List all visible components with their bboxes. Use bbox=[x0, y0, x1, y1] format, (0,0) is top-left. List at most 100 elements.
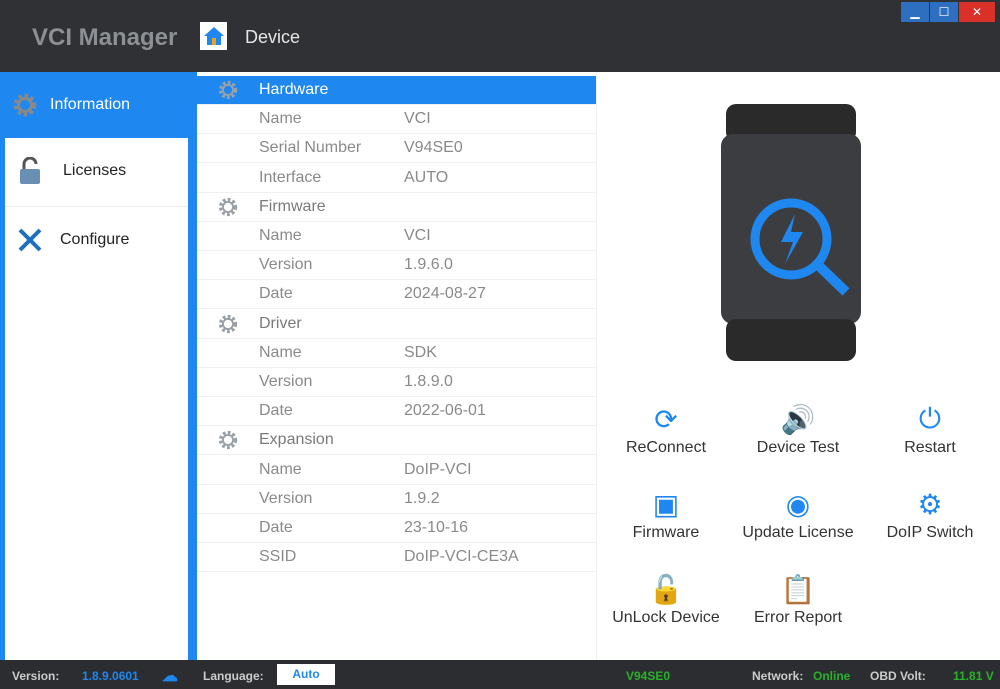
table-row: Version 1.8.9.0 bbox=[197, 368, 596, 397]
title-bar: VCI Manager Device ▁ ☐ ✕ bbox=[0, 0, 1000, 72]
unlock-device-button[interactable]: 🔓 UnLock Device bbox=[601, 569, 731, 627]
update-license-button[interactable]: ◉ Update License bbox=[733, 484, 863, 542]
sidebar-item-configure[interactable]: Configure bbox=[5, 206, 188, 272]
network-label: Network: bbox=[752, 669, 804, 683]
status-bar: Version: 1.8.9.0601 ☁ Language: Auto V94… bbox=[0, 660, 1000, 689]
unlock-device-icon: 🔓 bbox=[648, 573, 684, 605]
reconnect-icon: ⟳ bbox=[654, 403, 678, 435]
restart-icon: ⏻ bbox=[918, 402, 942, 434]
version-label: Version: bbox=[12, 669, 60, 683]
sidebar-item-label: Licenses bbox=[63, 162, 127, 179]
doip-switch-button[interactable]: ⚙ DoIP Switch bbox=[865, 484, 995, 542]
table-row: Version 1.9.2 bbox=[197, 485, 596, 514]
table-row: Name DoIP-VCI bbox=[197, 456, 596, 485]
action-label: Restart bbox=[904, 439, 956, 456]
section-title: Driver bbox=[259, 314, 302, 332]
row-key: Name bbox=[259, 343, 302, 361]
gear-icon bbox=[197, 429, 259, 451]
row-value: V94SE0 bbox=[404, 139, 463, 157]
row-key: Name bbox=[259, 227, 302, 244]
action-label: ReConnect bbox=[625, 439, 707, 456]
sidebar-item-licenses[interactable]: Licenses bbox=[5, 138, 188, 204]
section-header: Hardware bbox=[197, 76, 596, 105]
app-title: VCI Manager bbox=[32, 24, 178, 51]
error-report-button[interactable]: 📋 Error Report bbox=[733, 569, 863, 627]
firmware-button[interactable]: ▣ Firmware bbox=[601, 484, 731, 542]
language-select[interactable]: Auto bbox=[277, 664, 335, 685]
network-status: Online bbox=[813, 669, 851, 683]
row-value: DoIP-VCI-CE3A bbox=[404, 548, 519, 566]
row-key: Interface bbox=[259, 168, 322, 186]
row-value: 1.8.9.0 bbox=[404, 373, 453, 390]
row-key: SSID bbox=[259, 548, 297, 566]
section-title: Hardware bbox=[259, 81, 329, 98]
section-header: Driver bbox=[197, 310, 596, 339]
sidebar-item-label: Information bbox=[50, 96, 131, 113]
sidebar: Information Licenses Configure bbox=[0, 72, 197, 660]
obd-volt-value: 11.81 V bbox=[953, 669, 994, 683]
row-value: VCI bbox=[404, 227, 431, 244]
table-row: Name SDK bbox=[197, 339, 596, 368]
row-key: Version bbox=[259, 489, 313, 507]
version-value: 1.8.9.0601 bbox=[82, 669, 139, 683]
table-row: Date 2022-06-01 bbox=[197, 397, 596, 427]
error-report-icon: 📋 bbox=[780, 573, 816, 605]
table-row: Name VCI bbox=[197, 222, 596, 251]
action-label: Error Report bbox=[753, 609, 843, 626]
row-value: 2024-08-27 bbox=[404, 285, 486, 303]
table-row: Date 23-10-16 bbox=[197, 514, 596, 543]
gear-icon bbox=[197, 313, 259, 335]
row-value: 2022-06-01 bbox=[404, 402, 486, 420]
minimize-button[interactable]: ▁ bbox=[901, 2, 929, 22]
section-title: Firmware bbox=[259, 197, 326, 215]
table-row: Version 1.9.6.0 bbox=[197, 251, 596, 281]
section-header: Expansion bbox=[197, 426, 596, 456]
row-key: Serial Number bbox=[259, 139, 362, 157]
row-value: SDK bbox=[404, 343, 437, 361]
page-title: Device bbox=[245, 27, 301, 47]
gear-icon bbox=[0, 92, 50, 118]
table-row: Date 2024-08-27 bbox=[197, 280, 596, 310]
home-icon[interactable] bbox=[200, 22, 227, 50]
restart-button[interactable]: ⏻ Restart bbox=[865, 399, 995, 457]
row-key: Date bbox=[259, 402, 293, 420]
action-label: DoIP Switch bbox=[886, 524, 974, 541]
row-value: 1.9.2 bbox=[404, 489, 440, 507]
row-key: Version bbox=[259, 373, 313, 390]
sidebar-item-label: Configure bbox=[60, 230, 130, 248]
gear-icon bbox=[197, 196, 259, 218]
gear-icon bbox=[197, 79, 259, 101]
table-row: Interface AUTO bbox=[197, 164, 596, 193]
row-key: Name bbox=[259, 110, 302, 128]
serial-status: V94SE0 bbox=[626, 669, 671, 683]
vci-device-image bbox=[721, 104, 861, 364]
section-title: Expansion bbox=[259, 431, 334, 449]
row-value: 1.9.6.0 bbox=[404, 256, 453, 274]
reconnect-button[interactable]: ⟳ ReConnect bbox=[601, 399, 731, 457]
tools-icon bbox=[5, 227, 55, 253]
row-value: DoIP-VCI bbox=[404, 460, 472, 478]
device-test-icon: 🔊 bbox=[780, 403, 816, 435]
action-label: Device Test bbox=[756, 439, 840, 456]
firmware-icon: ▣ bbox=[652, 488, 680, 520]
close-button[interactable]: ✕ bbox=[959, 2, 995, 22]
row-key: Date bbox=[259, 285, 293, 303]
update-license-icon: ◉ bbox=[785, 488, 811, 520]
table-row: SSID DoIP-VCI-CE3A bbox=[197, 543, 596, 573]
action-label: Update License bbox=[742, 524, 854, 541]
doip-switch-icon: ⚙ bbox=[917, 488, 943, 520]
row-key: Name bbox=[259, 460, 302, 478]
section-header: Firmware bbox=[197, 193, 596, 222]
cloud-update-icon[interactable]: ☁ bbox=[162, 666, 178, 686]
maximize-button[interactable]: ☐ bbox=[930, 2, 958, 22]
device-info-table: Hardware Name VCI Serial Number V94SE0 Interf… bbox=[197, 72, 596, 660]
table-row: Serial Number V94SE0 bbox=[197, 134, 596, 164]
device-test-button[interactable]: 🔊 Device Test bbox=[733, 399, 863, 457]
obd-volt-label: OBD Volt: bbox=[870, 669, 926, 683]
language-label: Language: bbox=[203, 669, 264, 683]
row-value: VCI bbox=[404, 110, 431, 128]
sidebar-item-information[interactable]: Information bbox=[0, 72, 192, 138]
table-row: Name VCI bbox=[197, 105, 596, 135]
row-key: Date bbox=[259, 519, 293, 536]
row-key: Version bbox=[259, 256, 313, 274]
